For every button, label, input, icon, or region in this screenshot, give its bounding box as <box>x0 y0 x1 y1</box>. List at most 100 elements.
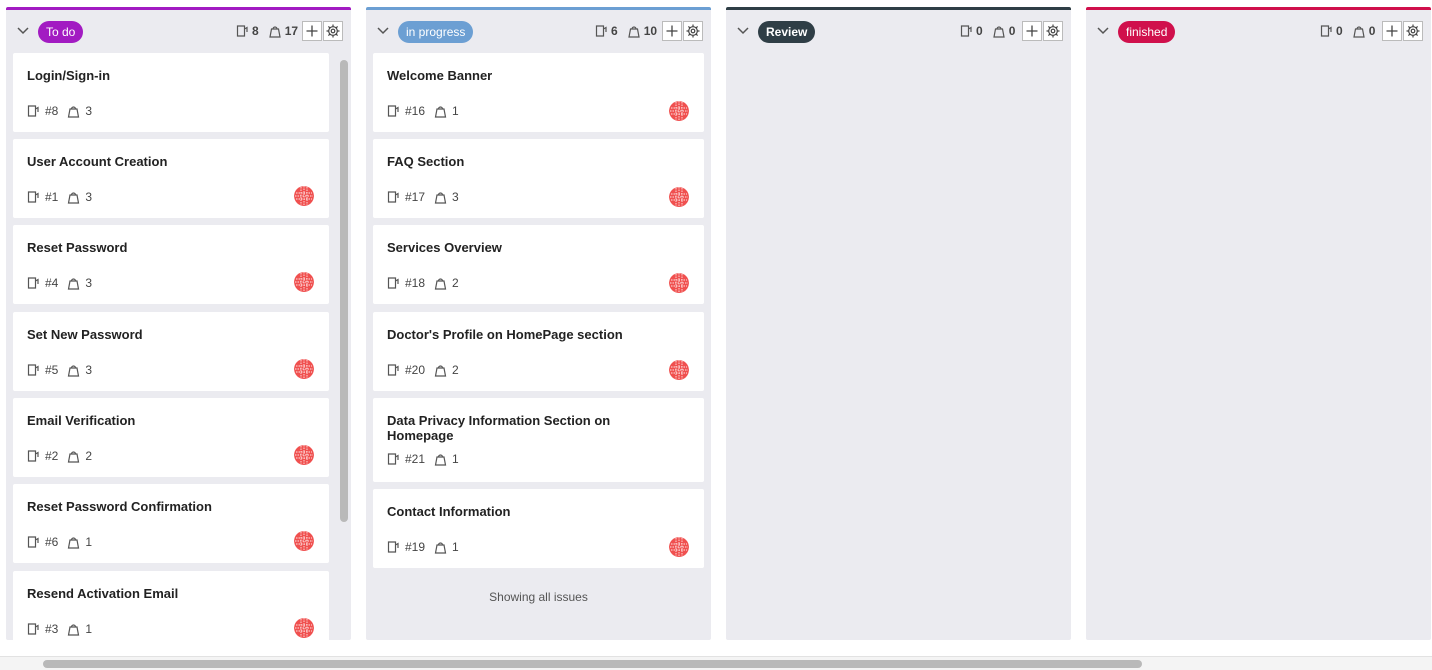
assignee-avatar[interactable] <box>294 445 314 465</box>
issue-card[interactable]: Set New Password #5 3 <box>13 312 329 391</box>
column-settings-button[interactable] <box>323 21 343 41</box>
assignee-avatar[interactable] <box>294 272 314 292</box>
points-count: 17 <box>284 24 299 38</box>
story-points: 2 <box>85 449 93 463</box>
assignee-avatar[interactable] <box>294 186 314 206</box>
chevron-down-icon[interactable] <box>16 23 30 37</box>
issue-number: #1 <box>45 190 59 204</box>
assignee-avatar[interactable] <box>294 359 314 379</box>
issue-card[interactable]: Email Verification #2 2 <box>13 398 329 477</box>
story-points: 3 <box>85 190 93 204</box>
column-title-badge[interactable]: in progress <box>398 21 474 43</box>
issue-card[interactable]: Welcome Banner #16 1 <box>373 53 704 132</box>
column-header: To do 8 17 <box>6 10 351 54</box>
points-count: 10 <box>643 24 658 38</box>
story-points: 1 <box>85 535 93 549</box>
issue-icon <box>387 540 400 554</box>
card-meta: #19 1 <box>387 540 459 554</box>
chevron-down-icon[interactable] <box>1096 23 1110 37</box>
issue-card[interactable]: Data Privacy Information Section on Home… <box>373 398 704 482</box>
story-points: 3 <box>85 363 93 377</box>
card-meta: #5 3 <box>27 363 92 377</box>
issue-card[interactable]: FAQ Section #17 3 <box>373 139 704 218</box>
issue-icon <box>27 104 40 118</box>
story-points: 3 <box>85 276 93 290</box>
card-meta: #16 1 <box>387 104 459 118</box>
assignee-avatar[interactable] <box>669 537 689 557</box>
issue-number: #16 <box>405 104 426 118</box>
card-title: Set New Password <box>27 327 143 342</box>
weight-icon <box>67 363 80 377</box>
assignee-avatar[interactable] <box>669 273 689 293</box>
weight-icon <box>434 190 447 204</box>
issue-icon <box>387 190 400 204</box>
scrollbar-thumb[interactable] <box>340 60 348 522</box>
issue-number: #19 <box>405 540 426 554</box>
story-points: 1 <box>452 104 459 118</box>
add-issue-button[interactable] <box>302 21 322 41</box>
card-title: User Account Creation <box>27 154 168 169</box>
assignee-avatar[interactable] <box>669 101 689 121</box>
column-title-badge[interactable]: To do <box>38 21 84 43</box>
story-points: 1 <box>85 622 93 636</box>
card-meta: #21 1 <box>387 452 459 466</box>
issue-card[interactable]: Resend Activation Email #3 1 <box>13 571 329 640</box>
weight-icon <box>434 363 447 377</box>
issue-card[interactable]: Reset Password Confirmation #6 1 <box>13 484 329 563</box>
assignee-avatar[interactable] <box>669 360 689 380</box>
card-title: Services Overview <box>387 240 502 255</box>
card-meta: #1 3 <box>27 190 92 204</box>
add-issue-button[interactable] <box>1022 21 1042 41</box>
weight-icon <box>67 104 80 118</box>
chevron-down-icon[interactable] <box>736 23 750 37</box>
issue-card[interactable]: Doctor's Profile on HomePage section #20… <box>373 312 704 391</box>
column-settings-button[interactable] <box>1043 21 1063 41</box>
weight-icon <box>1352 24 1365 38</box>
points-count: 0 <box>1368 24 1376 38</box>
issue-number: #3 <box>45 622 59 636</box>
weight-icon <box>434 540 447 554</box>
issue-card[interactable]: Reset Password #4 3 <box>13 225 329 304</box>
assignee-avatar[interactable] <box>294 531 314 551</box>
column-title-badge[interactable]: Review <box>758 21 816 43</box>
card-title: Login/Sign-in <box>27 68 111 83</box>
issue-number: #5 <box>45 363 59 377</box>
issue-icon <box>27 622 40 636</box>
card-title: Reset Password Confirmation <box>27 499 212 514</box>
issue-number: #18 <box>405 276 426 290</box>
column-counts: 8 17 <box>236 23 304 39</box>
issue-card[interactable]: Contact Information #19 1 <box>373 489 704 568</box>
issue-count: 0 <box>976 24 983 38</box>
issue-icon <box>27 190 40 204</box>
issue-card[interactable]: Login/Sign-in #8 3 <box>13 53 329 132</box>
add-issue-button[interactable] <box>1382 21 1402 41</box>
issue-count: 6 <box>611 24 618 38</box>
chevron-down-icon[interactable] <box>376 23 390 37</box>
issue-number: #21 <box>405 452 426 466</box>
issue-icon <box>387 276 400 290</box>
column-title-badge[interactable]: finished <box>1118 21 1176 43</box>
issue-number: #2 <box>45 449 59 463</box>
card-meta: #18 2 <box>387 276 459 290</box>
assignee-avatar[interactable] <box>669 187 689 207</box>
column-settings-button[interactable] <box>683 21 703 41</box>
gear-icon <box>326 24 340 38</box>
issue-icon <box>27 363 40 377</box>
issue-icon <box>27 276 40 290</box>
card-title: Data Privacy Information Section on Home… <box>387 413 611 443</box>
horizontal-scrollbar[interactable] <box>0 656 1432 670</box>
scrollbar-thumb[interactable] <box>43 660 1142 668</box>
card-title: Doctor's Profile on HomePage section <box>387 327 623 342</box>
column-header: finished 0 0 <box>1086 10 1431 54</box>
assignee-avatar[interactable] <box>294 618 314 638</box>
weight-icon <box>67 622 80 636</box>
issue-card[interactable]: User Account Creation #1 3 <box>13 139 329 218</box>
column-settings-button[interactable] <box>1403 21 1423 41</box>
column-scrollbar[interactable] <box>340 60 348 640</box>
add-issue-button[interactable] <box>662 21 682 41</box>
issue-number: #17 <box>405 190 426 204</box>
card-title: FAQ Section <box>387 154 465 169</box>
issue-card[interactable]: Services Overview #18 2 <box>373 225 704 304</box>
board: To do 8 17 Login/Sign-in #8 3 User Accou… <box>0 0 1432 656</box>
card-list: Welcome Banner #16 1 FAQ Section #17 3 S… <box>373 53 704 640</box>
